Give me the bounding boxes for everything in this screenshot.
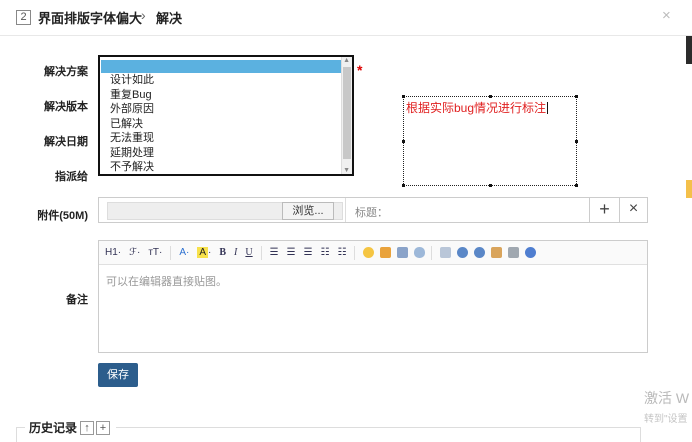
breadcrumb-subtitle: 解决: [156, 11, 183, 26]
activation-watermark-sub: 转到"设置: [644, 414, 688, 425]
modal-header: 2 界面排版字体偏大 › 解决 ×: [0, 0, 692, 36]
scroll-down-icon[interactable]: ▼: [343, 167, 350, 174]
ordered-list-icon[interactable]: ☷: [321, 247, 330, 258]
background-edge-accent: [686, 180, 692, 198]
link-icon[interactable]: [414, 247, 426, 258]
breadcrumb-arrow-icon: ›: [141, 7, 146, 23]
image-icon[interactable]: [380, 247, 392, 258]
highlight-icon: A: [197, 247, 209, 258]
history-border: [16, 427, 17, 442]
page-title: 界面排版字体偏大: [38, 11, 143, 26]
align-center-icon[interactable]: ☰: [287, 247, 296, 258]
resolution-option[interactable]: 延期处理: [100, 146, 352, 161]
scroll-up-icon[interactable]: ▲: [343, 57, 350, 64]
font-family-button[interactable]: ℱ·: [129, 247, 140, 258]
history-border: [640, 427, 641, 442]
bug-id-badge: 2: [16, 10, 31, 25]
toolbar-divider: [260, 245, 262, 260]
align-right-icon[interactable]: ☰: [304, 247, 313, 258]
resize-handle[interactable]: [402, 95, 405, 98]
highlight-dropdown-icon: ·: [208, 247, 212, 258]
redo-icon[interactable]: [474, 247, 486, 258]
font-color-button[interactable]: A·: [179, 247, 189, 258]
resolution-option[interactable]: 重复Bug: [100, 88, 352, 103]
resize-handle[interactable]: [575, 95, 578, 98]
template-icon[interactable]: [508, 247, 520, 258]
attachment-title-field[interactable]: 标题：: [355, 204, 388, 220]
code-icon[interactable]: [397, 247, 409, 258]
heading-button[interactable]: H1·: [105, 247, 121, 258]
background-edge: [686, 36, 692, 64]
notes-label: 备注: [66, 294, 88, 306]
table-icon[interactable]: [491, 247, 503, 258]
resize-handle[interactable]: [489, 95, 492, 98]
font-size-button[interactable]: ᴛT·: [148, 247, 162, 258]
toolbar-divider: [354, 245, 356, 260]
resize-handle[interactable]: [402, 184, 405, 187]
resolution-option[interactable]: 不予解决: [100, 160, 352, 174]
resize-handle[interactable]: [489, 184, 492, 187]
unordered-list-icon[interactable]: ☷: [338, 247, 347, 258]
undo-icon[interactable]: [457, 247, 469, 258]
required-marker: *: [357, 62, 363, 78]
resolution-select[interactable]: 设计如此 重复Bug 外部原因 已解决 无法重现 延期处理 不予解决 ▲ ▼: [98, 55, 354, 176]
resolution-option[interactable]: 外部原因: [100, 102, 352, 117]
history-title: 历史记录: [29, 421, 78, 435]
browse-button[interactable]: 浏览...: [282, 202, 334, 220]
scrollbar-thumb[interactable]: [343, 67, 351, 159]
highlight-button[interactable]: A ·: [197, 247, 211, 258]
bold-button[interactable]: B: [219, 247, 226, 258]
listbox-scrollbar[interactable]: ▲ ▼: [341, 57, 352, 174]
resolution-option-selected[interactable]: [101, 60, 341, 73]
eraser-icon[interactable]: [440, 247, 452, 258]
underline-button[interactable]: U: [245, 247, 252, 258]
annotation-text-value: 根据实际bug情况进行标注: [406, 101, 547, 115]
attachment-label: 附件(50M): [37, 210, 88, 222]
align-left-icon[interactable]: ☰: [270, 247, 279, 258]
text-cursor: [547, 102, 549, 114]
annotation-text[interactable]: 根据实际bug情况进行标注: [406, 99, 549, 116]
history-collapse-button[interactable]: ↑: [80, 420, 95, 435]
file-input[interactable]: 浏览...: [107, 202, 343, 220]
remove-attachment-button[interactable]: ×: [619, 198, 647, 222]
assign-label: 指派给: [55, 171, 88, 183]
add-attachment-button[interactable]: +: [589, 198, 619, 222]
date-label: 解决日期: [44, 136, 88, 148]
notes-editor[interactable]: H1· ℱ· ᴛT· A· A · B I U ☰ ☰ ☰ ☷ ☷ 可以在编辑器直…: [98, 240, 648, 353]
italic-button[interactable]: I: [234, 247, 237, 258]
history-header: 历史记录 ↑ +: [25, 419, 117, 436]
emoji-icon[interactable]: [363, 247, 375, 258]
help-icon[interactable]: [525, 247, 537, 258]
version-label: 解决版本: [44, 101, 88, 113]
activation-watermark: 激活 W: [644, 390, 690, 406]
resolution-option[interactable]: 设计如此: [100, 73, 352, 88]
editor-placeholder: 可以在编辑器直接贴图。: [106, 276, 227, 288]
divider: [345, 198, 346, 222]
save-button[interactable]: 保存: [98, 363, 138, 387]
resize-handle[interactable]: [575, 184, 578, 187]
editor-toolbar: H1· ℱ· ᴛT· A· A · B I U ☰ ☰ ☰ ☷ ☷: [99, 241, 647, 265]
history-expand-button[interactable]: +: [96, 420, 111, 435]
attachment-row: 浏览... 标题： + ×: [98, 197, 648, 223]
annotation-box[interactable]: 根据实际bug情况进行标注: [402, 95, 578, 187]
resolution-option[interactable]: 无法重现: [100, 131, 352, 146]
toolbar-divider: [170, 245, 172, 260]
resize-handle[interactable]: [402, 140, 405, 143]
resolution-label: 解决方案: [44, 66, 88, 78]
resize-handle[interactable]: [575, 140, 578, 143]
resolution-option[interactable]: 已解决: [100, 117, 352, 132]
toolbar-divider: [431, 245, 433, 260]
close-icon[interactable]: ×: [662, 7, 671, 24]
